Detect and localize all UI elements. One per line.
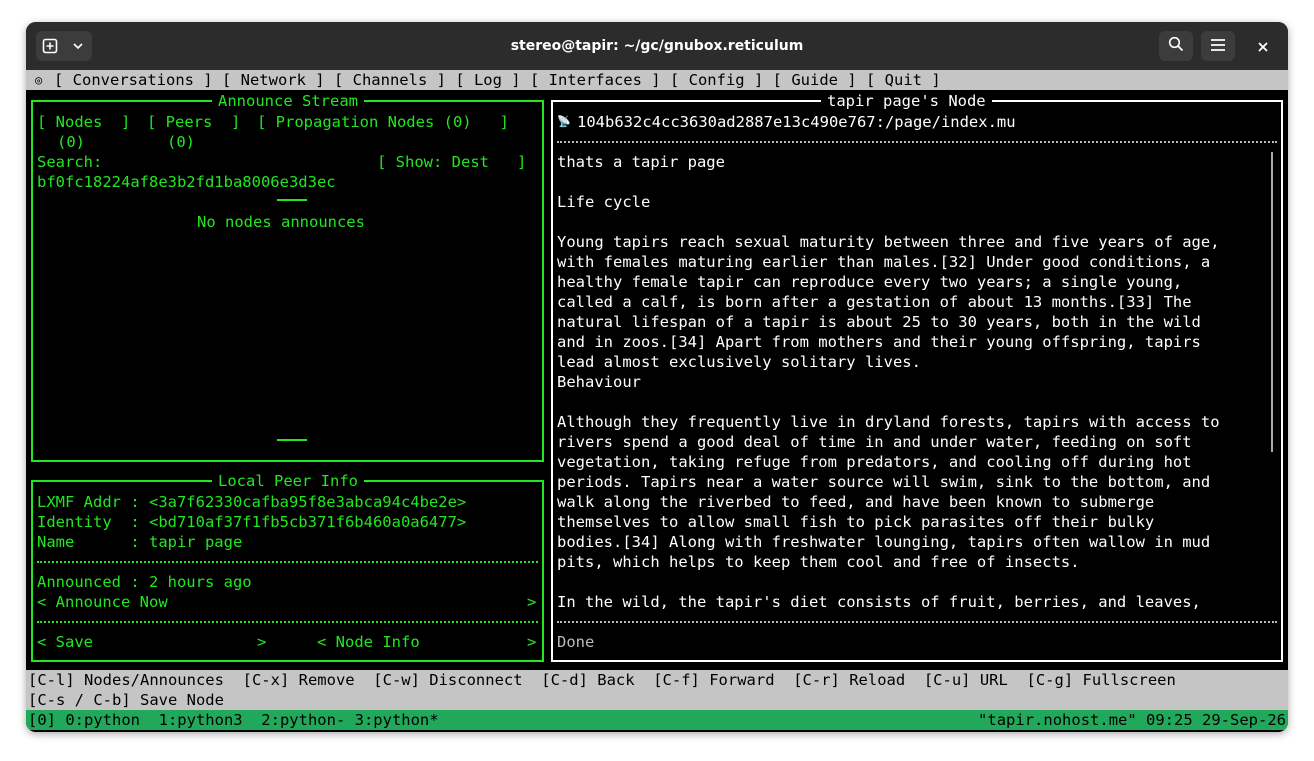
page-content: thats a tapir page Life cycle Young tapirs… (557, 152, 1269, 612)
status-text: Done (557, 633, 595, 651)
page-line: Life cycle (557, 193, 651, 211)
hamburger-icon (1210, 37, 1226, 56)
close-button[interactable] (1248, 31, 1278, 61)
menu-item-6[interactable]: [ Guide ] (773, 71, 857, 89)
close-icon (1258, 37, 1268, 56)
search-label: Search: (37, 153, 103, 171)
page-line: Although they frequently live in dryland… (557, 413, 1220, 431)
url-bar[interactable]: 104b632c4cc3630ad2887e13c490e767:/page/i… (577, 112, 1016, 132)
tab-peers-count: (0) (167, 133, 195, 151)
lxmf-address: LXMF Addr : <3a7f62330cafba95f8e3abca94c… (37, 493, 467, 511)
announce-stream-title: Announce Stream (212, 91, 364, 111)
tmux-status-bar: [0] 0:python 1:python3 2:python- 3:pytho… (26, 710, 1288, 730)
page-line: natural lifespan of a tapir is about 25 … (557, 313, 1201, 331)
scrollbar[interactable] (1271, 152, 1273, 452)
page-line: Young tapirs reach sexual maturity betwe… (557, 233, 1220, 251)
page-line: healthy female tapir can reproduce every… (557, 273, 1183, 291)
terminal-window: stereo@tapir: ~/gc/gnubox.reticulum ◎ [ … (26, 22, 1288, 732)
announce-stream-pane: Announce Stream [ Nodes ] [ Peers ] [ Pr… (31, 91, 544, 462)
loading-indicator (277, 199, 307, 201)
divider (557, 621, 1277, 623)
node-title: tapir page's Node (821, 91, 992, 111)
local-peer-info-title: Local Peer Info (212, 471, 364, 491)
identity: Identity : <bd710af37f1fb5cb371f6b460a0a… (37, 513, 467, 531)
shortcut-line-2: [C-s / C-b] Save Node (28, 691, 224, 709)
save-button[interactable]: < Save (37, 632, 93, 652)
announce-now-button[interactable]: < Announce Now (37, 592, 168, 612)
tab-nodes-count: (0) (57, 133, 85, 151)
divider (557, 141, 1277, 143)
node-browser-pane: tapir page's Node 📡 104b632c4cc3630ad288… (551, 91, 1283, 662)
tab-peers[interactable]: [ Peers ] (147, 112, 240, 132)
show-dest-button[interactable]: [ Show: Dest ] (377, 152, 526, 172)
tab-nodes[interactable]: [ Nodes ] (37, 112, 130, 132)
announced-time: Announced : 2 hours ago (37, 573, 252, 591)
page-line: pits, which helps to keep them cool and … (557, 553, 1080, 571)
page-line: thats a tapir page (557, 153, 725, 171)
peer-name: Name : tapir page (37, 533, 243, 551)
menu-item-1[interactable]: [ Network ] (222, 71, 325, 89)
page-line: Behaviour (557, 373, 641, 391)
menu-item-5[interactable]: [ Config ] (670, 71, 763, 89)
page-line: themselves to allow small fish to pick p… (557, 513, 1155, 531)
tab-propagation-nodes[interactable]: [ Propagation Nodes (0) ] (257, 112, 509, 132)
node-info-arrow[interactable]: > (527, 632, 536, 652)
tmux-windows[interactable]: [0] 0:python 1:python3 2:python- 3:pytho… (28, 710, 439, 730)
page-line: walk along the riverbed to feed, and hav… (557, 493, 1155, 511)
tmux-host-time: "tapir.nohost.me" 09:25 29-Sep-26 (978, 711, 1286, 729)
page-line: In the wild, the tapir's diet consists o… (557, 593, 1201, 611)
search-icon (1168, 36, 1184, 56)
local-peer-info-pane: Local Peer Info LXMF Addr : <3a7f62330ca… (31, 471, 544, 662)
reticulum-logo-icon: ◎ (35, 73, 43, 87)
loading-indicator (277, 439, 307, 441)
node-link-icon: 📡 (557, 115, 571, 128)
page-line: bodies.[34] Along with freshwater loungi… (557, 533, 1211, 551)
page-line: called a calf, is born after a gestation… (557, 293, 1192, 311)
divider (37, 561, 538, 563)
divider (37, 621, 538, 623)
page-line: periods. Tapirs near a water source will… (557, 473, 1211, 491)
window-title: stereo@tapir: ~/gc/gnubox.reticulum (510, 38, 804, 54)
search-input[interactable]: bf0fc18224af8e3b2fd1ba8006e3d3ec (37, 172, 336, 192)
menu-item-7[interactable]: [ Quit ] (866, 71, 941, 89)
menu-item-2[interactable]: [ Channels ] (334, 71, 446, 89)
page-line: lead almost exclusively solitary lives. (557, 353, 921, 371)
node-info-button[interactable]: < Node Info (317, 632, 420, 652)
empty-message: No nodes announces (197, 213, 365, 231)
page-line: rivers spend a good deal of time in and … (557, 433, 1192, 451)
menu-item-4[interactable]: [ Interfaces ] (530, 71, 661, 89)
menu-item-3[interactable]: [ Log ] (455, 71, 520, 89)
menu-item-0[interactable]: [ Conversations ] (54, 71, 213, 89)
shortcut-bar: [C-l] Nodes/Announces [C-x] Remove [C-w]… (26, 670, 1288, 710)
search-button[interactable] (1159, 31, 1193, 61)
page-line: vegetation, taking refuge from predators… (557, 453, 1192, 471)
save-arrow[interactable]: > (257, 632, 266, 652)
shortcut-line-1: [C-l] Nodes/Announces [C-x] Remove [C-w]… (28, 671, 1176, 689)
menu-items: [ Conversations ] [ Network ] [ Channels… (54, 70, 941, 90)
announce-now-arrow[interactable]: > (527, 592, 536, 612)
title-bar: stereo@tapir: ~/gc/gnubox.reticulum (26, 22, 1288, 70)
terminal-content: ◎ [ Conversations ] [ Network ] [ Channe… (26, 70, 1288, 732)
page-line: with females maturing earlier than males… (557, 253, 1211, 271)
page-line: and in zoos.[34] Apart from mothers and … (557, 333, 1201, 351)
app-menu-bar: ◎ [ Conversations ] [ Network ] [ Channe… (26, 70, 1288, 90)
hamburger-menu-button[interactable] (1201, 31, 1235, 61)
